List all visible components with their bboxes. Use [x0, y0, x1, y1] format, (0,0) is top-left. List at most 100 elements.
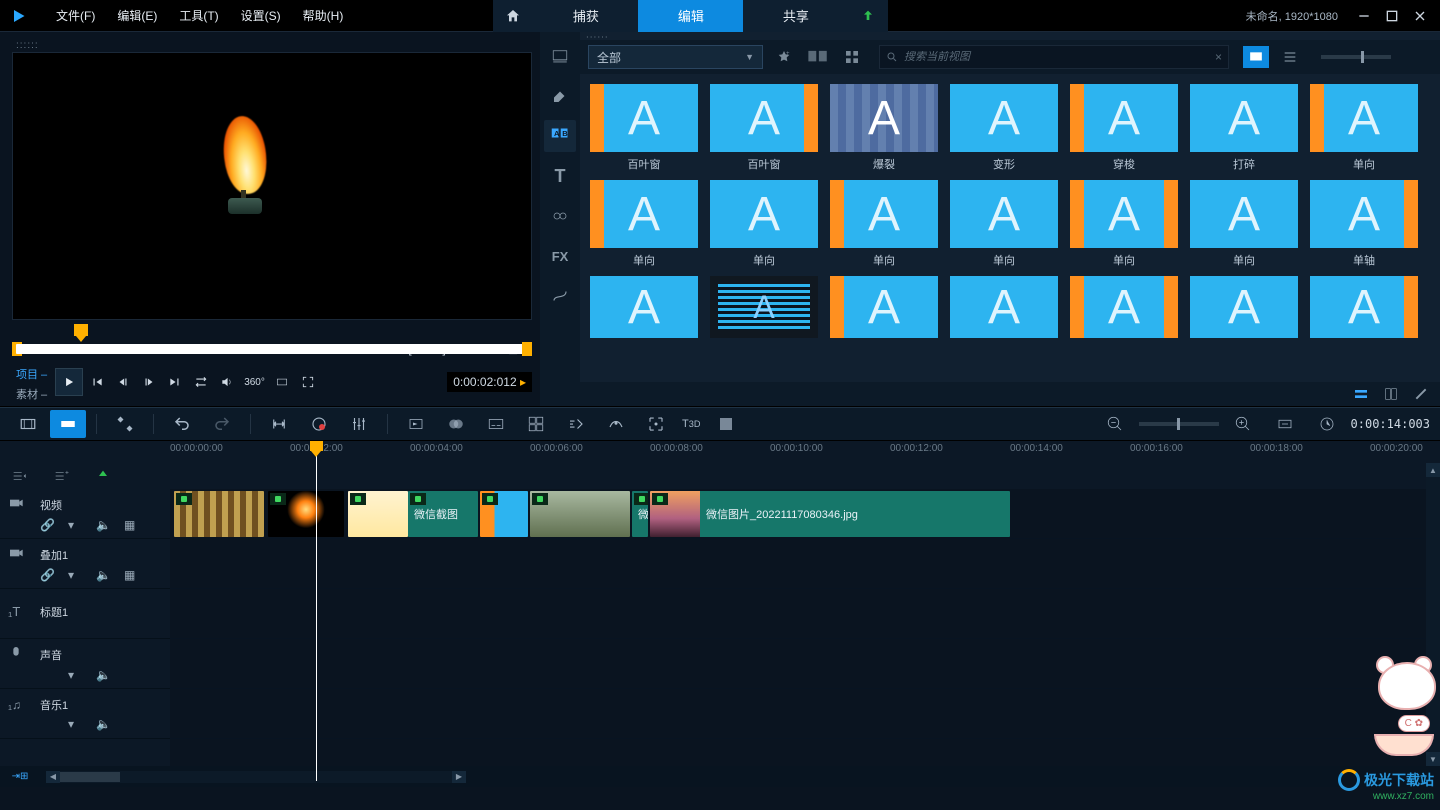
clip-mode-label[interactable]: 素材 – — [16, 386, 47, 402]
timeline-view-button[interactable] — [50, 410, 86, 438]
title-track-lane[interactable] — [170, 589, 1440, 639]
list-view-button[interactable] — [1277, 44, 1303, 70]
auto-scroll-button[interactable]: ⇥⊞ — [0, 766, 40, 787]
project-duration-icon[interactable] — [1309, 410, 1345, 438]
playhead[interactable] — [316, 441, 317, 781]
lib-tab-graphics[interactable] — [544, 200, 576, 232]
zoom-out-button[interactable] — [1097, 410, 1133, 438]
edit-tab[interactable]: 编辑 — [638, 0, 743, 32]
lib-tab-transition[interactable]: AB — [544, 120, 576, 152]
mute-icon[interactable]: 🔈 — [96, 518, 110, 532]
speed-button[interactable] — [558, 410, 594, 438]
scroll-left-button[interactable]: ◀ — [46, 771, 60, 783]
tracks-body[interactable]: 微信截图 微微信图片_20221117080346.jpg — [170, 489, 1440, 766]
fit-timeline-button[interactable] — [1267, 410, 1303, 438]
transition-thumb[interactable]: A单轴 — [1310, 180, 1418, 268]
minimize-button[interactable] — [1352, 4, 1376, 28]
show-library-button[interactable] — [1378, 384, 1404, 404]
menu-settings[interactable]: 设置(S) — [231, 3, 291, 28]
transition-thumb[interactable]: A — [710, 276, 818, 338]
timeline-hscroll[interactable]: ◀ ▶ — [46, 771, 466, 783]
transition-thumb[interactable]: A — [1070, 276, 1178, 338]
transition-thumb[interactable]: A单向 — [1190, 180, 1298, 268]
transition-thumb[interactable]: A百叶窗 — [710, 84, 818, 172]
ripple-toggle[interactable] — [84, 468, 122, 484]
voice-track-lane[interactable] — [170, 639, 1440, 689]
lib-tab-fx[interactable] — [544, 80, 576, 112]
timeline-clip[interactable] — [348, 491, 408, 537]
transition-thumb[interactable]: A — [590, 276, 698, 338]
scroll-down-button[interactable]: ▼ — [1426, 752, 1440, 766]
timeline-zoom-slider[interactable] — [1139, 422, 1219, 426]
aspect-button[interactable] — [270, 370, 294, 394]
upload-tab[interactable] — [848, 0, 888, 32]
preview-scrubber[interactable] — [12, 324, 532, 338]
show-timeline-button[interactable] — [1348, 384, 1374, 404]
trim-button[interactable] — [261, 410, 297, 438]
library-search[interactable]: × — [879, 45, 1229, 69]
search-input[interactable] — [904, 51, 1209, 63]
storyboard-view-button[interactable] — [10, 410, 46, 438]
options-button[interactable] — [1408, 384, 1434, 404]
overlay-track-head[interactable]: 叠加1 🔗▾🔈▦ — [0, 539, 170, 589]
3d-title-button[interactable]: T3D — [678, 410, 704, 438]
scroll-up-button[interactable]: ▲ — [1426, 463, 1440, 477]
next-frame-button[interactable] — [137, 370, 161, 394]
fx-checker-icon[interactable]: ▦ — [124, 518, 138, 532]
timeline-clip[interactable] — [174, 491, 264, 537]
lib-tab-filter[interactable]: FX — [544, 240, 576, 272]
project-mode-label[interactable]: 项目 – — [16, 366, 47, 382]
transition-thumb[interactable]: A单向 — [1070, 180, 1178, 268]
timeline-clip[interactable]: 微 — [632, 491, 648, 537]
timeline-clip[interactable]: 微信图片_20221117080346.jpg — [650, 491, 1010, 537]
share-tab[interactable]: 共享 — [743, 0, 848, 32]
redo-button[interactable] — [204, 410, 240, 438]
time-ruler[interactable]: 00:00:00:0000:00:02:0000:00:04:0000:00:0… — [170, 441, 1440, 463]
tracking-button[interactable] — [638, 410, 674, 438]
timeline-clip[interactable] — [530, 491, 630, 537]
overlay-track-lane[interactable] — [170, 539, 1440, 589]
transition-thumb[interactable]: A单向 — [950, 180, 1058, 268]
lib-tab-path[interactable] — [544, 280, 576, 312]
multicam-button[interactable] — [518, 410, 554, 438]
play-button[interactable] — [55, 368, 83, 396]
transition-thumb[interactable]: A打碎 — [1190, 84, 1298, 172]
music-track-head[interactable]: ₁♫音乐1 ▾🔈 — [0, 689, 170, 739]
fullscreen-button[interactable] — [296, 370, 320, 394]
go-end-button[interactable] — [163, 370, 187, 394]
instant-project-button[interactable] — [398, 410, 434, 438]
transition-thumb[interactable]: A — [950, 276, 1058, 338]
pane-grip[interactable]: :::::: — [12, 40, 532, 48]
audio-mixer-button[interactable] — [341, 410, 377, 438]
mask-button[interactable] — [708, 410, 744, 438]
library-grip[interactable]: :::::: — [580, 32, 1440, 40]
thumbnail-view-button[interactable] — [1243, 46, 1269, 68]
close-button[interactable] — [1408, 4, 1432, 28]
voice-track-head[interactable]: 声音 ▾🔈 — [0, 639, 170, 689]
capture-tab[interactable]: 捕获 — [533, 0, 638, 32]
transition-thumb[interactable]: A穿梭 — [1070, 84, 1178, 172]
transition-thumb[interactable]: A爆裂 — [830, 84, 938, 172]
menu-file[interactable]: 文件(F) — [46, 3, 105, 28]
lib-tab-media[interactable] — [544, 40, 576, 72]
transition-thumb[interactable]: A单向 — [1310, 84, 1418, 172]
hscroll-thumb[interactable] — [60, 772, 120, 782]
video-track-head[interactable]: 视频 🔗▾🔈▦ — [0, 489, 170, 539]
scroll-right-button[interactable]: ▶ — [452, 771, 466, 783]
menu-tools[interactable]: 工具(T) — [169, 3, 228, 28]
transition-thumb[interactable]: A单向 — [830, 180, 938, 268]
category-dropdown[interactable]: 全部▼ — [588, 45, 763, 69]
360-button[interactable]: 360° — [241, 370, 268, 394]
subtitle-button[interactable] — [478, 410, 514, 438]
prev-frame-button[interactable] — [111, 370, 135, 394]
thumbnail-zoom-slider[interactable] — [1321, 55, 1391, 59]
timeline-clip[interactable] — [480, 491, 528, 537]
overlay-button[interactable] — [438, 410, 474, 438]
add-track-button[interactable]: + — [42, 468, 80, 484]
transition-thumb[interactable]: A — [830, 276, 938, 338]
track-list-button[interactable] — [0, 468, 38, 484]
zoom-in-button[interactable] — [1225, 410, 1261, 438]
timeline-clip[interactable] — [268, 491, 344, 537]
transition-thumb[interactable]: A单向 — [590, 180, 698, 268]
timeline-clip[interactable]: 微信截图 — [408, 491, 478, 537]
